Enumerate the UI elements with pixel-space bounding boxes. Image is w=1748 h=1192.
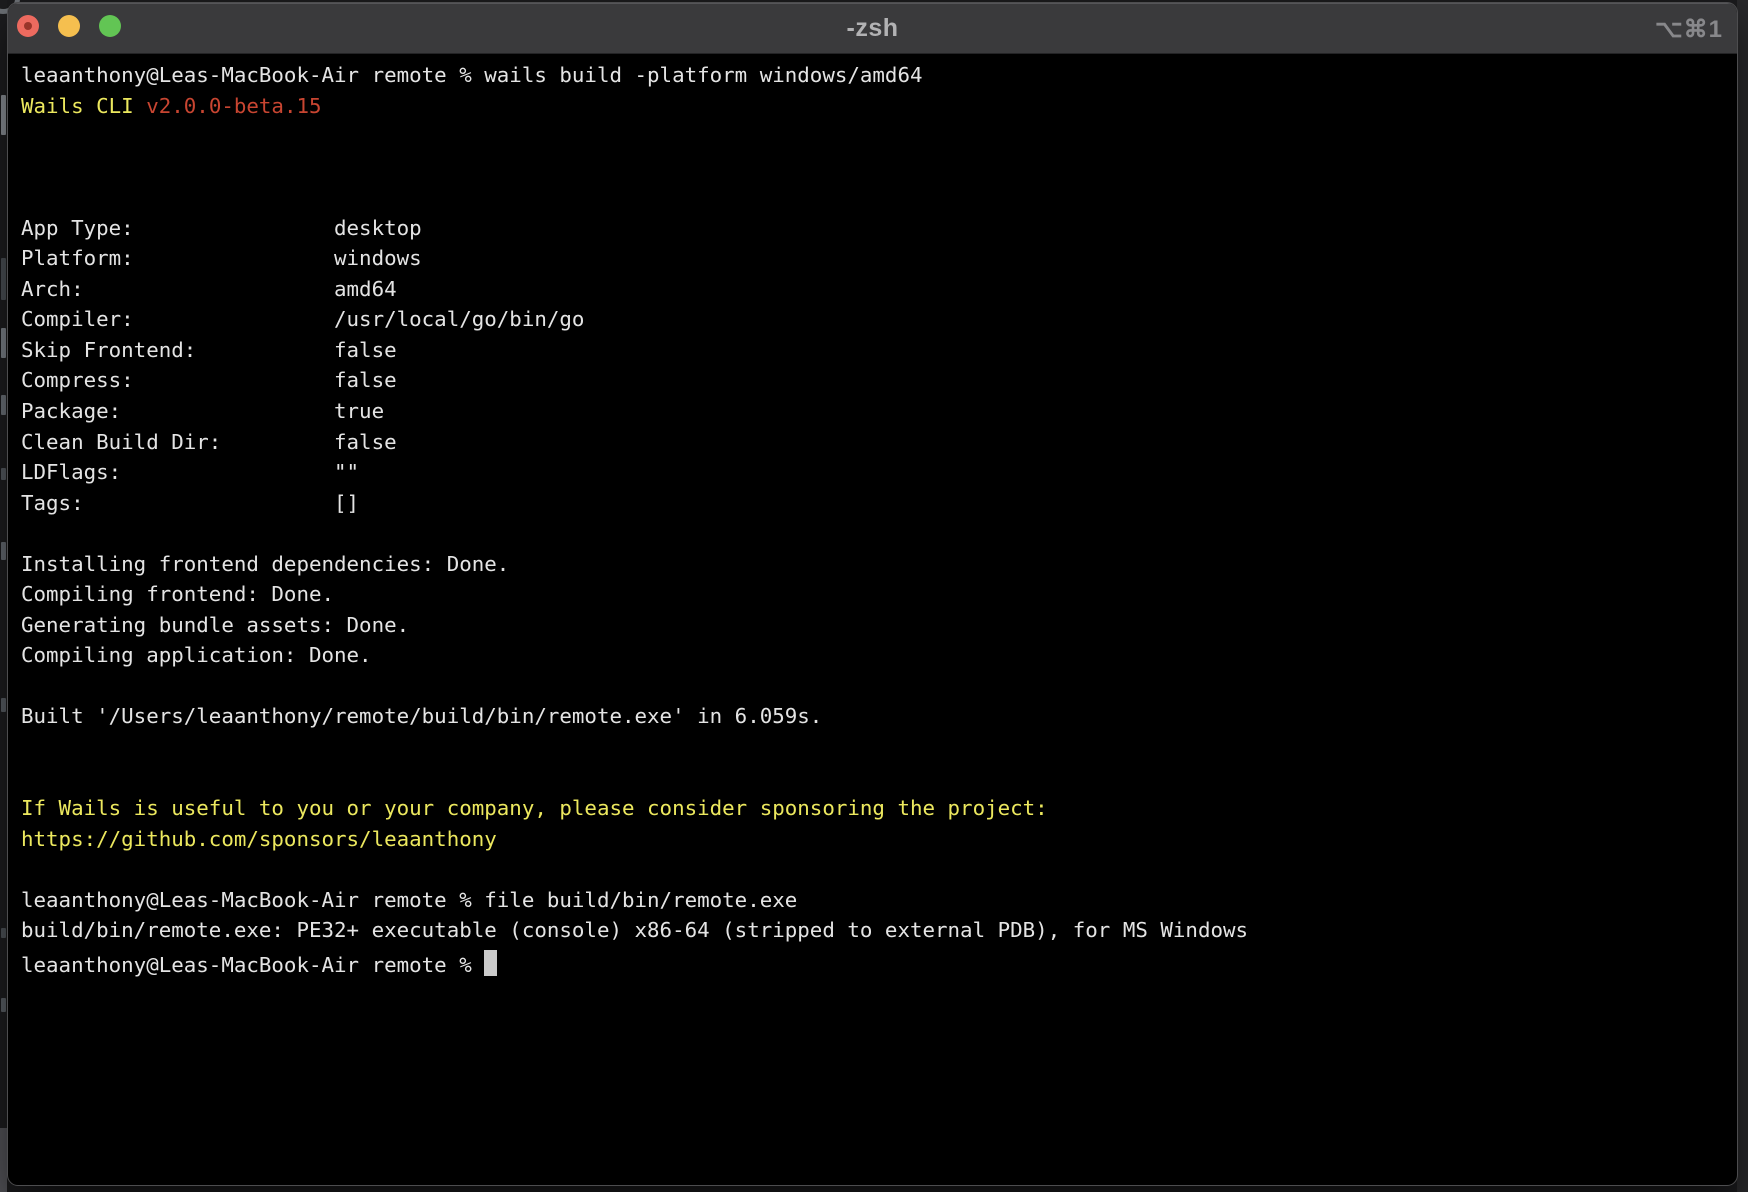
terminal-line: leaanthony@Leas-MacBook-Air remote % wai…	[21, 60, 1737, 91]
terminal-text-segment: App Type: desktop	[21, 216, 422, 240]
terminal-line: Clean Build Dir: false	[21, 427, 1737, 458]
terminal-text-segment: Wails CLI	[21, 94, 146, 118]
terminal-text-segment: Built '/Users/leaanthony/remote/build/bi…	[21, 704, 822, 728]
terminal-text-segment: Package: true	[21, 399, 384, 423]
terminal-text-segment: build/bin/remote.exe: PE32+ executable (…	[21, 918, 1248, 942]
terminal-text-segment: v2.0.0-beta.15	[146, 94, 321, 118]
terminal-text-segment: Arch: amd64	[21, 277, 397, 301]
terminal-line: Built '/Users/leaanthony/remote/build/bi…	[21, 701, 1737, 732]
terminal-line	[21, 182, 1737, 213]
terminal-line: LDFlags: ""	[21, 457, 1737, 488]
terminal-text-segment: Installing frontend dependencies: Done.	[21, 552, 509, 576]
terminal-line	[21, 732, 1737, 763]
background-window-sliver-right	[1737, 0, 1748, 1192]
terminal-cursor	[484, 950, 497, 976]
terminal-text-segment: Tags: []	[21, 491, 359, 515]
terminal-line: Compiler: /usr/local/go/bin/go	[21, 304, 1737, 335]
terminal-window: -zsh ⌥⌘1 leaanthony@Leas-MacBook-Air rem…	[7, 2, 1738, 1186]
background-window-sliver-left	[0, 0, 7, 1192]
terminal-text-segment: Compiling frontend: Done.	[21, 582, 334, 606]
terminal-line: leaanthony@Leas-MacBook-Air remote %	[21, 946, 1737, 977]
terminal-line	[21, 152, 1737, 183]
terminal-line: If Wails is useful to you or your compan…	[21, 793, 1737, 824]
terminal-line	[21, 518, 1737, 549]
window-shortcut-hint: ⌥⌘1	[1655, 15, 1723, 44]
terminal-line: Arch: amd64	[21, 274, 1737, 305]
terminal-line: https://github.com/sponsors/leaanthony	[21, 824, 1737, 855]
terminal-line: Compiling application: Done.	[21, 640, 1737, 671]
terminal-line	[21, 121, 1737, 152]
terminal-text-segment: leaanthony@Leas-MacBook-Air remote % wai…	[21, 63, 923, 87]
terminal-line: Skip Frontend: false	[21, 335, 1737, 366]
terminal-text-segment: Compress: false	[21, 368, 397, 392]
terminal-line	[21, 854, 1737, 885]
titlebar[interactable]: -zsh ⌥⌘1	[8, 3, 1737, 54]
terminal-line: Platform: windows	[21, 243, 1737, 274]
terminal-text-segment: LDFlags: ""	[21, 460, 359, 484]
terminal-line: Compiling frontend: Done.	[21, 579, 1737, 610]
terminal-line: Tags: []	[21, 488, 1737, 519]
terminal-line: leaanthony@Leas-MacBook-Air remote % fil…	[21, 885, 1737, 916]
terminal-text-segment: Compiler: /usr/local/go/bin/go	[21, 307, 584, 331]
terminal-line: Installing frontend dependencies: Done.	[21, 549, 1737, 580]
terminal-output[interactable]: leaanthony@Leas-MacBook-Air remote % wai…	[8, 55, 1737, 1185]
terminal-text-segment: Generating bundle assets: Done.	[21, 613, 409, 637]
terminal-line: App Type: desktop	[21, 213, 1737, 244]
terminal-text-segment: Platform: windows	[21, 246, 422, 270]
terminal-line: Wails CLI v2.0.0-beta.15	[21, 91, 1737, 122]
terminal-text-segment: Skip Frontend: false	[21, 338, 397, 362]
terminal-line: Package: true	[21, 396, 1737, 427]
terminal-line	[21, 763, 1737, 794]
terminal-line	[21, 671, 1737, 702]
terminal-text-segment: leaanthony@Leas-MacBook-Air remote % fil…	[21, 888, 797, 912]
terminal-line: Compress: false	[21, 365, 1737, 396]
terminal-line: build/bin/remote.exe: PE32+ executable (…	[21, 915, 1737, 946]
terminal-text-segment: Compiling application: Done.	[21, 643, 372, 667]
terminal-text-segment: Clean Build Dir: false	[21, 430, 397, 454]
terminal-line: Generating bundle assets: Done.	[21, 610, 1737, 641]
terminal-text-segment: https://github.com/sponsors/leaanthony	[21, 827, 497, 851]
terminal-text-segment: If Wails is useful to you or your compan…	[21, 796, 1048, 820]
window-title: -zsh	[8, 14, 1737, 43]
terminal-text-segment: leaanthony@Leas-MacBook-Air remote %	[21, 953, 484, 977]
